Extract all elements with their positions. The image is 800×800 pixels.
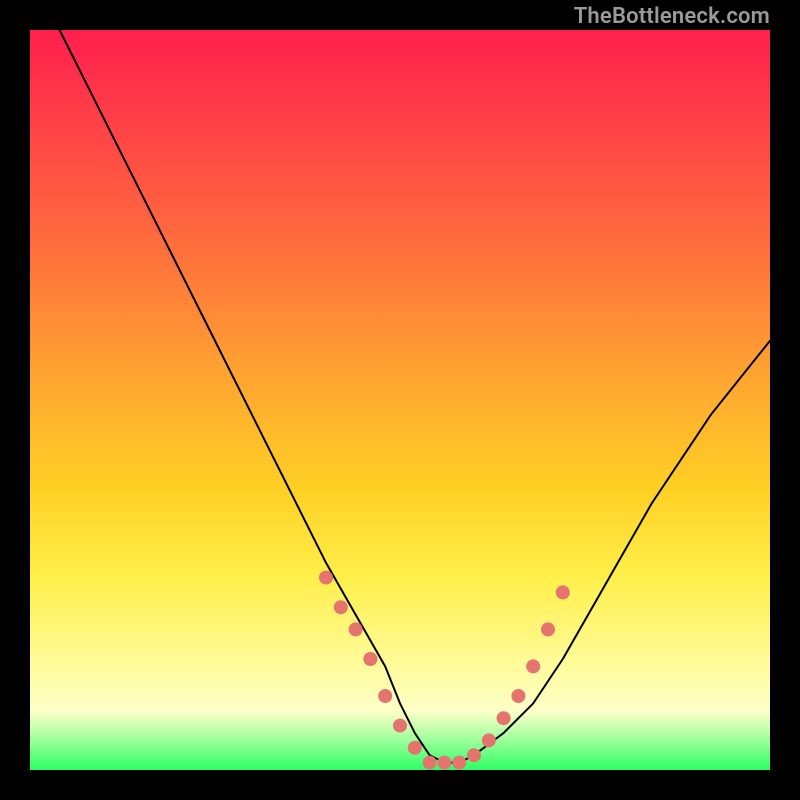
highlight-dot — [526, 659, 540, 673]
highlight-dot — [349, 622, 363, 636]
plot-area — [30, 30, 770, 770]
highlight-dot — [511, 689, 525, 703]
highlight-dot — [437, 756, 451, 770]
highlight-dots — [319, 571, 570, 770]
highlight-dot — [452, 756, 466, 770]
highlight-dot — [541, 622, 555, 636]
highlight-dot — [393, 719, 407, 733]
highlight-dot — [497, 711, 511, 725]
highlight-dot — [363, 652, 377, 666]
highlight-dot — [378, 689, 392, 703]
highlight-dot — [556, 585, 570, 599]
highlight-dot — [467, 748, 481, 762]
highlight-dot — [334, 600, 348, 614]
attribution-label: TheBottleneck.com — [574, 4, 770, 29]
highlight-dot — [482, 733, 496, 747]
curve-svg — [30, 30, 770, 770]
bottleneck-curve — [60, 30, 770, 763]
highlight-dot — [408, 741, 422, 755]
chart-frame: TheBottleneck.com — [0, 0, 800, 800]
highlight-dot — [423, 756, 437, 770]
highlight-dot — [319, 571, 333, 585]
